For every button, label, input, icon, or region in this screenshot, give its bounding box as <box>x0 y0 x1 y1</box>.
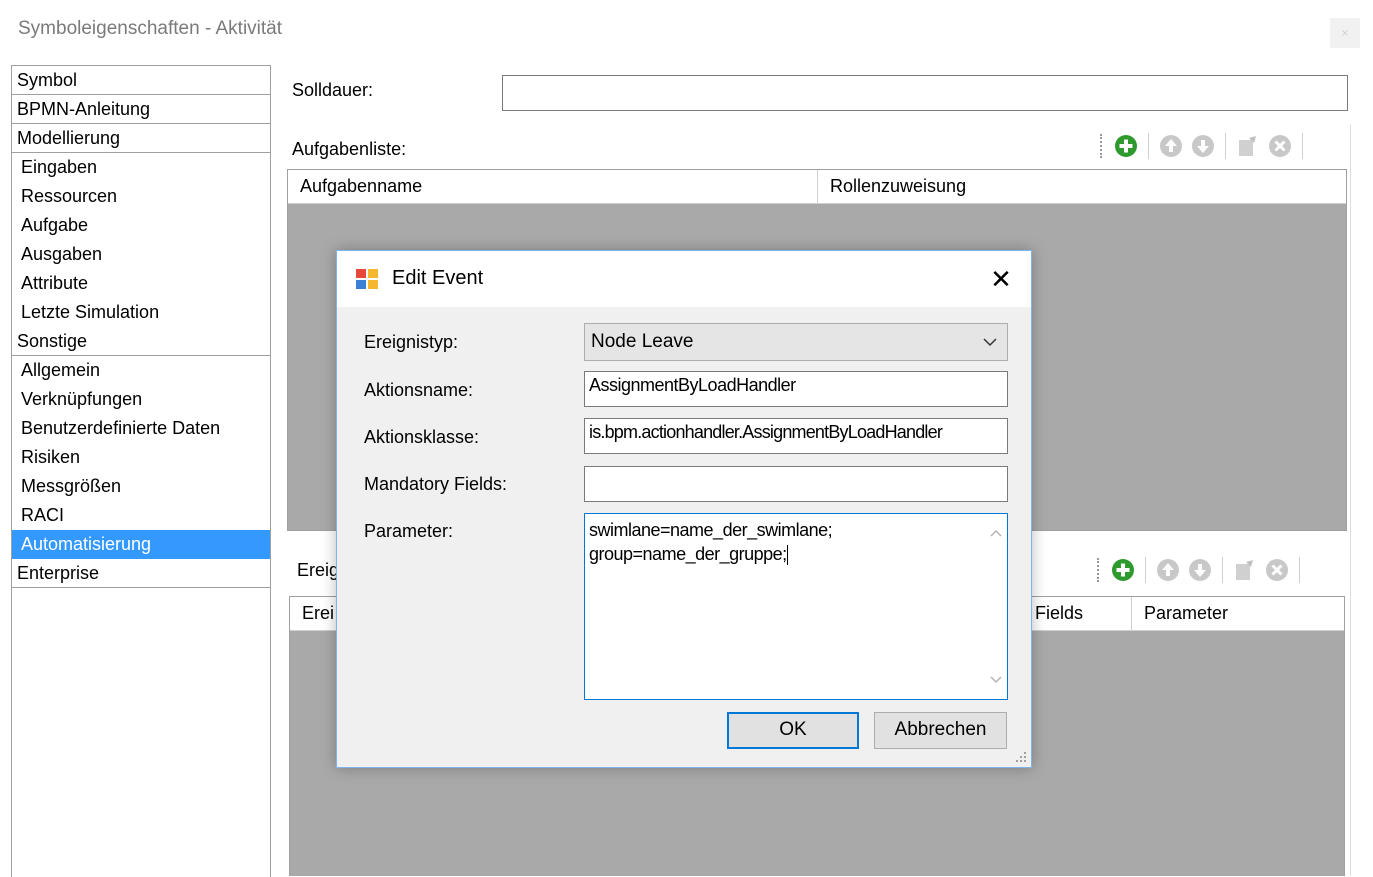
edit-icon[interactable] <box>1236 134 1260 158</box>
column-rollenzuweisung[interactable]: Rollenzuweisung <box>818 170 1346 203</box>
nav-item-verknüpfungen[interactable]: Verknüpfungen <box>12 385 270 414</box>
dialog-titlebar[interactable]: Edit Event ✕ <box>337 251 1031 307</box>
toolbar-grip[interactable] <box>1100 134 1106 158</box>
add-icon[interactable] <box>1111 558 1135 582</box>
chevron-down-icon <box>983 338 997 347</box>
add-icon[interactable] <box>1114 134 1138 158</box>
parameter-textarea[interactable]: swimlane=name_der_swimlane; group=name_d… <box>584 513 1008 700</box>
nav-item-benutzerdefinierte-daten[interactable]: Benutzerdefinierte Daten <box>12 414 270 443</box>
nav-item-enterprise[interactable]: Enterprise <box>12 559 270 588</box>
resize-grip-icon[interactable] <box>1015 751 1027 763</box>
column-aufgabenname[interactable]: Aufgabenname <box>288 170 818 203</box>
nav-item-modellierung[interactable]: Modellierung <box>12 124 270 153</box>
nav-item-bpmn-anleitung[interactable]: BPMN-Anleitung <box>12 95 270 124</box>
delete-icon[interactable] <box>1265 558 1289 582</box>
edit-event-dialog: Edit Event ✕ Ereignistyp: Node Leave Akt… <box>336 250 1032 768</box>
nav-item-messgrößen[interactable]: Messgrößen <box>12 472 270 501</box>
action-name-input[interactable]: AssignmentByLoadHandler <box>584 371 1008 407</box>
nav-item-ressourcen[interactable]: Ressourcen <box>12 182 270 211</box>
window-title: Symboleigenschaften - Aktivität <box>18 18 283 39</box>
mandatory-fields-input[interactable] <box>584 466 1008 502</box>
toolbar-grip[interactable] <box>1097 558 1103 582</box>
events-toolbar <box>1097 550 1302 590</box>
action-class-label: Aktionsklasse: <box>364 427 480 447</box>
nav-item-symbol[interactable]: Symbol <box>12 66 270 95</box>
app-window-icon <box>356 269 378 289</box>
textarea-scrollbar[interactable] <box>985 514 1007 699</box>
text-caret <box>786 545 788 566</box>
property-nav-list: Symbol BPMN-Anleitung Modellierung Eingaben… <box>11 65 271 877</box>
parameter-line: group=name_der_gruppe; <box>589 544 787 564</box>
move-up-icon[interactable] <box>1159 134 1183 158</box>
nav-item-raci[interactable]: RACI <box>12 501 270 530</box>
nav-item-attribute[interactable]: Attribute <box>12 269 270 298</box>
parameter-label: Parameter: <box>364 521 454 541</box>
nav-item-allgemein[interactable]: Allgemein <box>12 356 270 385</box>
nav-item-sonstige[interactable]: Sonstige <box>12 327 270 356</box>
column-parameter[interactable]: Parameter <box>1132 597 1344 630</box>
event-type-select[interactable]: Node Leave <box>584 323 1008 361</box>
event-type-label: Ereignistyp: <box>364 332 459 352</box>
nav-item-ausgaben[interactable]: Ausgaben <box>12 240 270 269</box>
dialog-close-icon[interactable]: ✕ <box>977 257 1025 301</box>
tasklist-grid-header: Aufgabenname Rollenzuweisung <box>288 170 1346 204</box>
column-mandatory-fields[interactable]: Fields <box>1023 597 1132 630</box>
nav-item-eingaben[interactable]: Eingaben <box>12 153 270 182</box>
dialog-title: Edit Event <box>392 267 484 289</box>
nav-item-risiken[interactable]: Risiken <box>12 443 270 472</box>
event-type-value: Node Leave <box>591 331 694 352</box>
tasklist-toolbar <box>1100 126 1305 166</box>
mandatory-fields-label: Mandatory Fields: <box>364 474 508 494</box>
move-down-icon[interactable] <box>1191 134 1215 158</box>
delete-icon[interactable] <box>1268 134 1292 158</box>
window-close-button[interactable]: × <box>1330 18 1360 48</box>
action-name-label: Aktionsname: <box>364 380 474 400</box>
cancel-button[interactable]: Abbrechen <box>874 712 1007 749</box>
move-up-icon[interactable] <box>1156 558 1180 582</box>
parameter-line: swimlane=name_der_swimlane; <box>589 520 833 540</box>
solldauer-label: Solldauer: <box>292 80 374 100</box>
nav-item-letzte-simulation[interactable]: Letzte Simulation <box>12 298 270 327</box>
nav-item-aufgabe[interactable]: Aufgabe <box>12 211 270 240</box>
panel-scrollbar[interactable] <box>1350 124 1373 876</box>
action-class-input[interactable]: is.bpm.actionhandler.AssignmentByLoadHan… <box>584 418 1008 454</box>
nav-item-automatisierung[interactable]: Automatisierung <box>12 530 270 559</box>
tasklist-label: Aufgabenliste: <box>292 139 407 159</box>
move-down-icon[interactable] <box>1188 558 1212 582</box>
ok-button[interactable]: OK <box>727 712 859 749</box>
edit-icon[interactable] <box>1233 558 1257 582</box>
solldauer-input[interactable] <box>502 75 1348 111</box>
events-label: Ereig <box>297 560 340 580</box>
